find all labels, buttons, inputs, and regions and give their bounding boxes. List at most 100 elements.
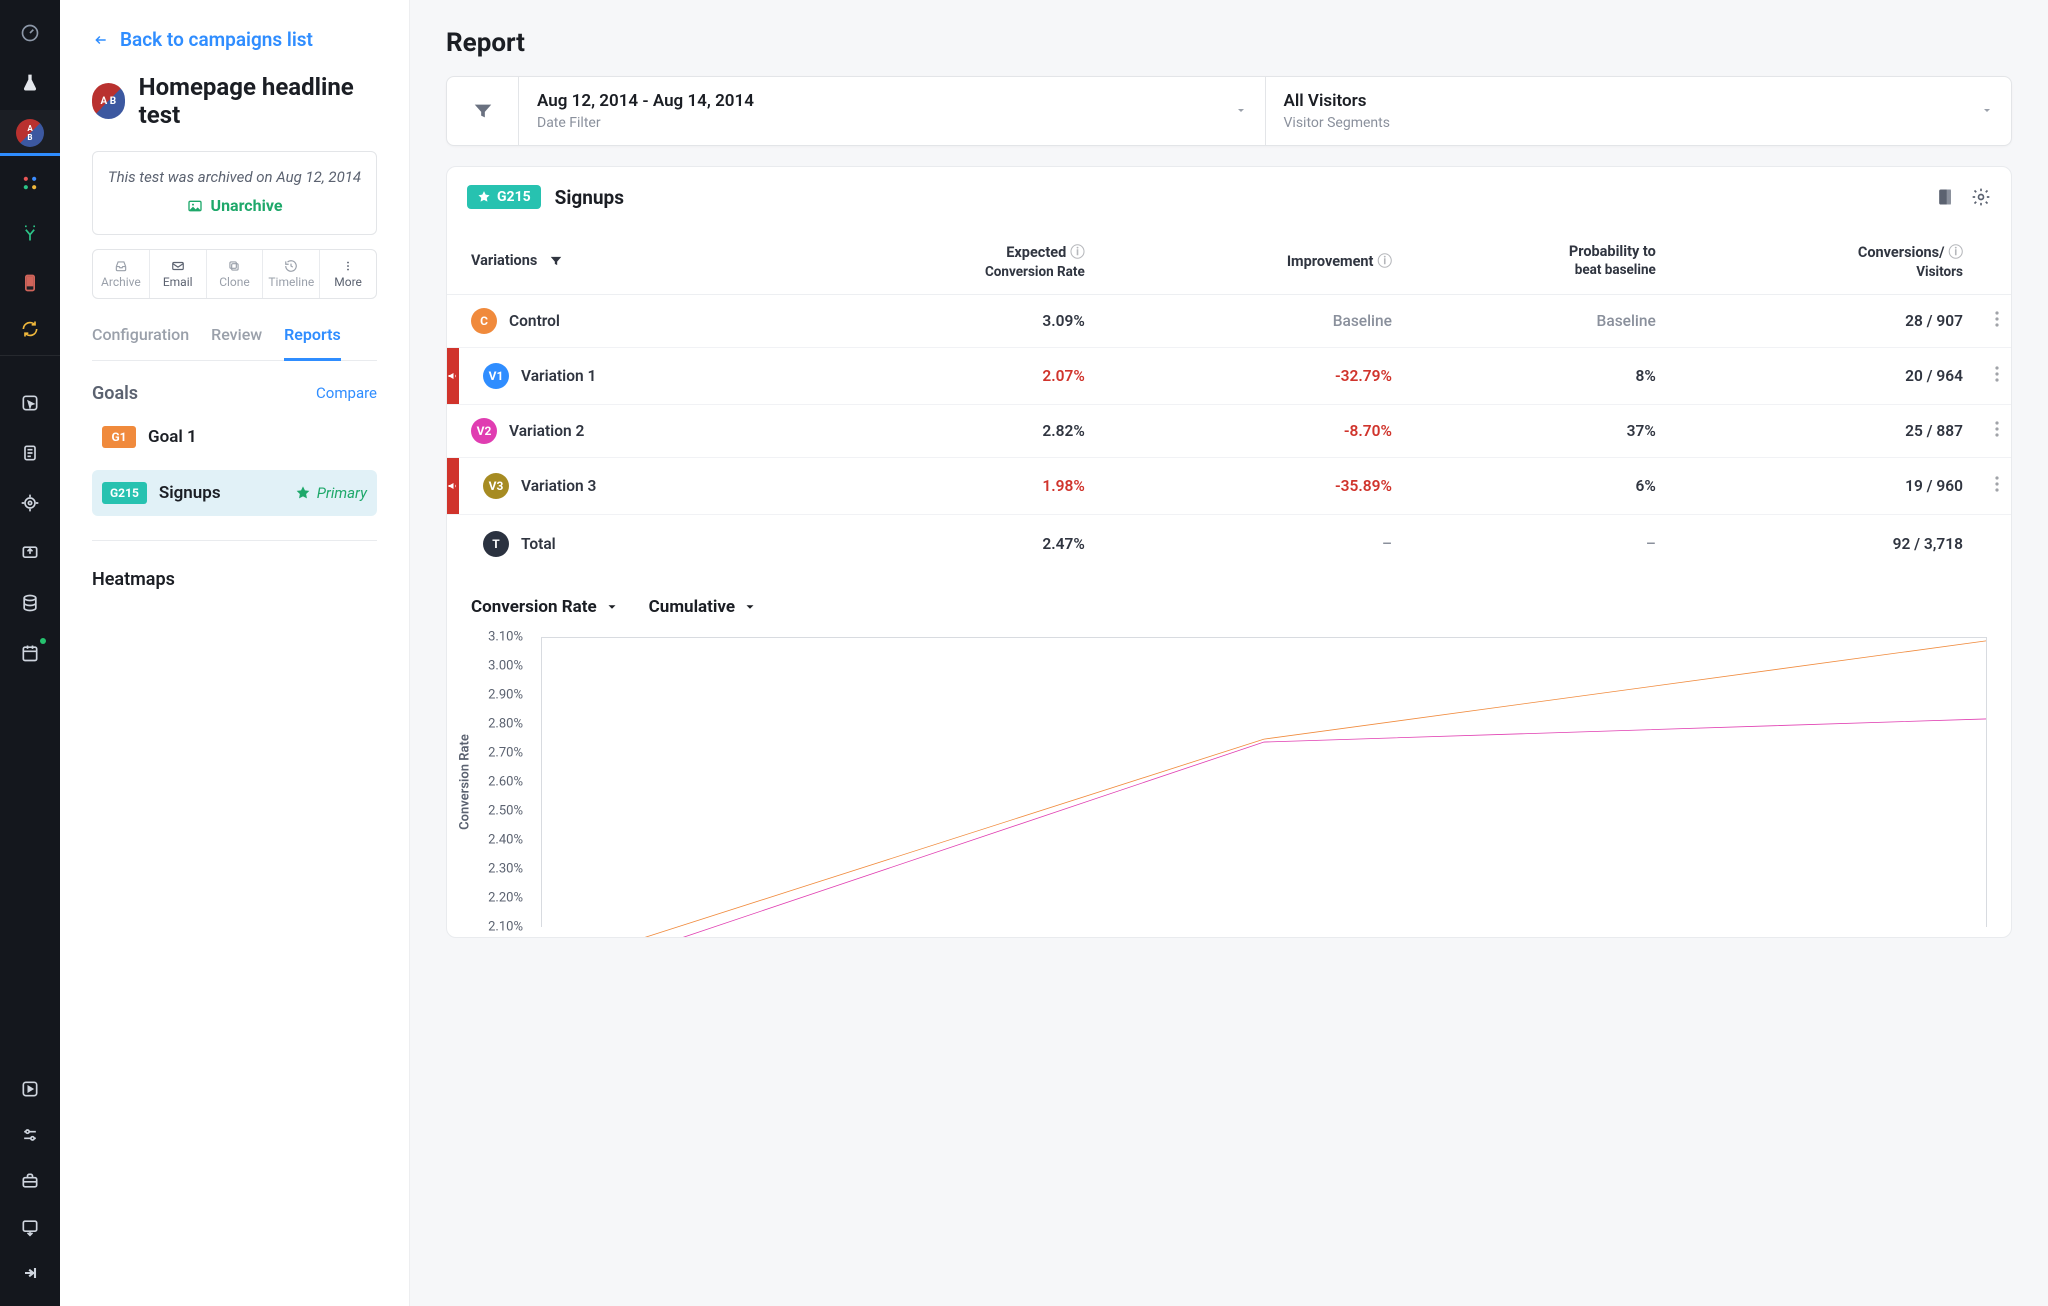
variation-name: Variation 2 [509,422,584,440]
caret-down-icon [605,600,619,614]
goal-item-g215[interactable]: G215 Signups Primary [92,470,377,516]
clone-button[interactable]: Clone [207,250,264,298]
nav-observations[interactable] [0,380,60,426]
cell-probability: 8% [1404,348,1668,405]
panel-title: Signups [555,186,624,209]
table-row: V1Variation 1 2.07% -32.79% 8% 20 / 964 [447,348,2011,405]
back-to-campaigns-link[interactable]: Back to campaigns list [92,28,377,51]
tab-reports[interactable]: Reports [284,325,341,361]
row-menu-button[interactable] [1975,295,2011,348]
cell-improvement: -8.70% [1097,405,1404,458]
y-tick: 3.10% [488,630,523,645]
cell-probability: 37% [1404,405,1668,458]
col-conversions: Conversions/ⓘVisitors [1668,227,1975,295]
star-icon [477,190,491,204]
date-filter[interactable]: Aug 12, 2014 - Aug 14, 2014 Date Filter [519,77,1266,145]
dots-vertical-icon [1995,421,1999,437]
nav-deploy[interactable] [0,310,60,356]
nav-data[interactable] [0,580,60,626]
notebook-button[interactable] [1935,187,1955,207]
play-box-icon [20,1079,40,1099]
copy-icon [225,259,243,273]
archive-message: This test was archived on Aug 12, 2014 [107,168,362,186]
nav-settings-sliders[interactable] [0,1112,60,1158]
briefcase-icon [20,1171,40,1191]
archive-button[interactable]: Archive [93,250,150,298]
panel-settings-button[interactable] [1971,187,1991,207]
cell-probability: Baseline [1404,295,1668,348]
database-icon [20,593,40,613]
cell-improvement: – [1097,515,1404,574]
variations-table: Variations ExpectedⓘConversion Rate Impr… [447,227,2011,573]
cell-conversions: 28 / 907 [1668,295,1975,348]
row-menu-button[interactable] [1975,458,2011,515]
chart-series-line [542,641,1986,938]
funnel-icon [472,100,494,122]
toolbar-email-label: Email [163,275,193,289]
timeline-button[interactable]: Timeline [263,250,320,298]
tab-review[interactable]: Review [211,325,262,360]
goal-name: Goal 1 [148,427,197,447]
row-menu-button[interactable] [1975,405,2011,458]
archive-notice: This test was archived on Aug 12, 2014 U… [92,151,377,235]
conversion-chart: Conversion Rate 3.10%3.00%2.90%2.80%2.70… [471,637,1987,927]
chevron-down-icon [1235,102,1247,121]
caret-down-icon [743,600,757,614]
flask-icon [20,73,40,93]
nav-collapse[interactable] [0,1250,60,1296]
funnel-icon [549,254,563,268]
nav-export[interactable] [0,1204,60,1250]
nav-dashboard[interactable] [0,10,60,56]
sidebar: Back to campaigns list A B Homepage head… [60,0,410,1306]
date-filter-value: Aug 12, 2014 - Aug 14, 2014 [537,91,1247,111]
variation-badge: C [471,308,497,334]
nav-play[interactable] [0,1066,60,1112]
dots-vertical-icon [1995,476,1999,492]
nav-mobile[interactable] [0,260,60,306]
y-tick: 2.50% [488,804,523,819]
image-icon [187,198,203,214]
nav-apps[interactable] [0,160,60,206]
calendar-icon [20,643,40,663]
cell-probability: 6% [1404,458,1668,515]
more-button[interactable]: More [320,250,376,298]
cell-rate: 1.98% [802,458,1096,515]
cell-rate: 2.47% [802,515,1096,574]
date-filter-label: Date Filter [537,115,1247,131]
email-button[interactable]: Email [150,250,207,298]
goal-item-g1[interactable]: G1 Goal 1 [92,414,377,460]
chevron-down-icon [1981,102,1993,121]
campaign-title: Homepage headline test [139,73,377,129]
y-tick: 2.80% [488,717,523,732]
history-icon [282,259,300,273]
nav-import[interactable] [0,530,60,576]
star-icon [295,485,311,501]
goal-badge: G215 [102,482,147,504]
filter-bar: Aug 12, 2014 - Aug 14, 2014 Date Filter … [446,76,2012,146]
alert-flag-icon [447,458,459,514]
cell-improvement: -32.79% [1097,348,1404,405]
nav-calendar[interactable] [0,630,60,676]
split-icon [20,223,40,243]
col-variations[interactable]: Variations [447,227,802,295]
nav-briefcase[interactable] [0,1158,60,1204]
col-improvement: Improvementⓘ [1097,227,1404,295]
chart-mode-select[interactable]: Cumulative [649,597,757,617]
segment-filter[interactable]: All Visitors Visitor Segments [1266,77,2012,145]
cell-conversions: 20 / 964 [1668,348,1975,405]
row-menu-button[interactable] [1975,348,2011,405]
unarchive-button[interactable]: Unarchive [187,196,283,215]
nav-split[interactable] [0,210,60,256]
table-row: CControl 3.09% Baseline Baseline 28 / 90… [447,295,2011,348]
nav-targeting[interactable] [0,480,60,526]
collapse-icon [20,1263,40,1283]
nav-surveys[interactable] [0,430,60,476]
nav-ab-tests[interactable]: AB [0,110,60,156]
dots-vertical-icon [339,259,357,273]
sliders-icon [20,1125,40,1145]
chart-metric-select[interactable]: Conversion Rate [471,597,619,617]
compare-link[interactable]: Compare [316,384,377,402]
tab-configuration[interactable]: Configuration [92,325,189,360]
nav-hypotheses[interactable] [0,60,60,106]
cell-improvement: -35.89% [1097,458,1404,515]
